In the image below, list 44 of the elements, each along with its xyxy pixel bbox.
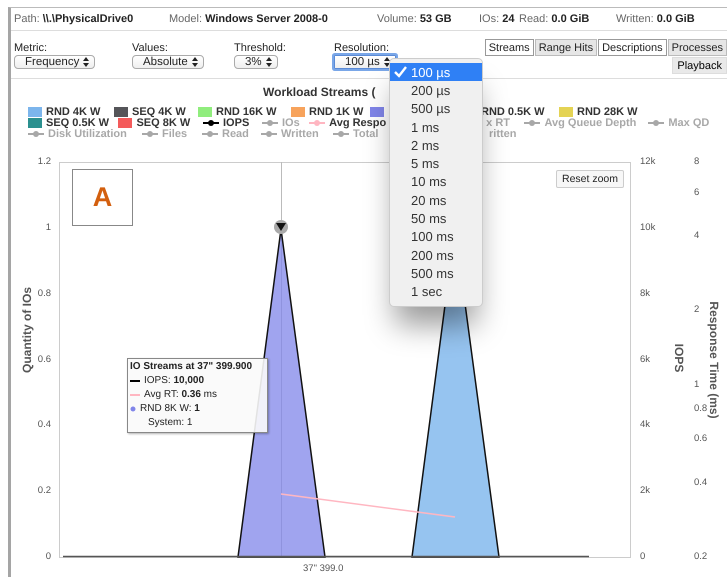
field-label: Metric: <box>14 42 48 54</box>
axis-tick-label: 1 <box>694 378 700 390</box>
tooltip-text: RND 8K W: 1 <box>140 403 200 414</box>
axis-tick-label: 4k <box>640 419 650 430</box>
axis-tick-label: 8 <box>694 156 700 167</box>
axis-tick-label: 0.2 <box>694 551 708 562</box>
axis-tick-label: 4 <box>694 230 700 242</box>
info-text: Written: 0.0 GiB <box>616 13 696 25</box>
chart-badge: A <box>72 169 133 226</box>
axis-tick-label: 2 <box>694 304 700 316</box>
axis-title: Quantity of IOs <box>20 286 34 376</box>
info-text: IOs: 24 <box>479 13 516 25</box>
info-text: Path: \\.\PhysicalDrive0 <box>14 13 134 25</box>
info-text: Read: 0.0 GiB <box>519 13 590 25</box>
axis-tick-label: 12k <box>640 156 656 167</box>
axis-tick-label: 6 <box>694 186 700 198</box>
field-label: Threshold: <box>234 42 287 54</box>
axis-tick-label: 2k <box>640 485 650 496</box>
axis-tick-label: 1.2 <box>38 156 51 167</box>
field-label: Values: <box>132 42 169 54</box>
axis-tick-label: 0.8 <box>38 288 51 299</box>
axis-tick-label: 10k <box>640 222 656 233</box>
tooltip-title: IO Streams at 37" 399.900 <box>130 361 254 372</box>
axis-tick-label: 0 <box>46 551 51 562</box>
field-label: Resolution: <box>334 42 390 54</box>
axis-title: IOPS <box>672 342 686 374</box>
chart-title: Workload Streams ( <box>263 85 376 99</box>
axis-tick-label: 0.8 <box>694 402 708 414</box>
tooltip-text: IOPS: 10,000 <box>144 375 204 386</box>
axis-tick-label: 0.4 <box>38 419 51 430</box>
axis-tick-label: 8k <box>640 288 650 299</box>
axis-title: Response Time (ms) <box>707 300 721 421</box>
axis-tick-label: 6k <box>640 354 650 364</box>
axis-tick-label: 0 <box>640 551 646 562</box>
axis-tick-label: 0.6 <box>38 354 51 364</box>
axis-tick-label: 0.6 <box>694 433 708 444</box>
tooltip-text: System: 1 <box>148 417 192 428</box>
axis-tick-label: 1 <box>46 222 51 233</box>
axis-tick-label: 0.4 <box>694 476 708 488</box>
axis-tick-label: 37" 399.0 <box>303 563 344 574</box>
info-text: Model: Windows Server 2008-0 <box>169 13 329 25</box>
info-text: Volume: 53 GB <box>377 13 453 25</box>
tooltip-text: Avg RT: 0.36 ms <box>144 389 218 400</box>
axis-tick-label: 0.2 <box>38 485 51 496</box>
